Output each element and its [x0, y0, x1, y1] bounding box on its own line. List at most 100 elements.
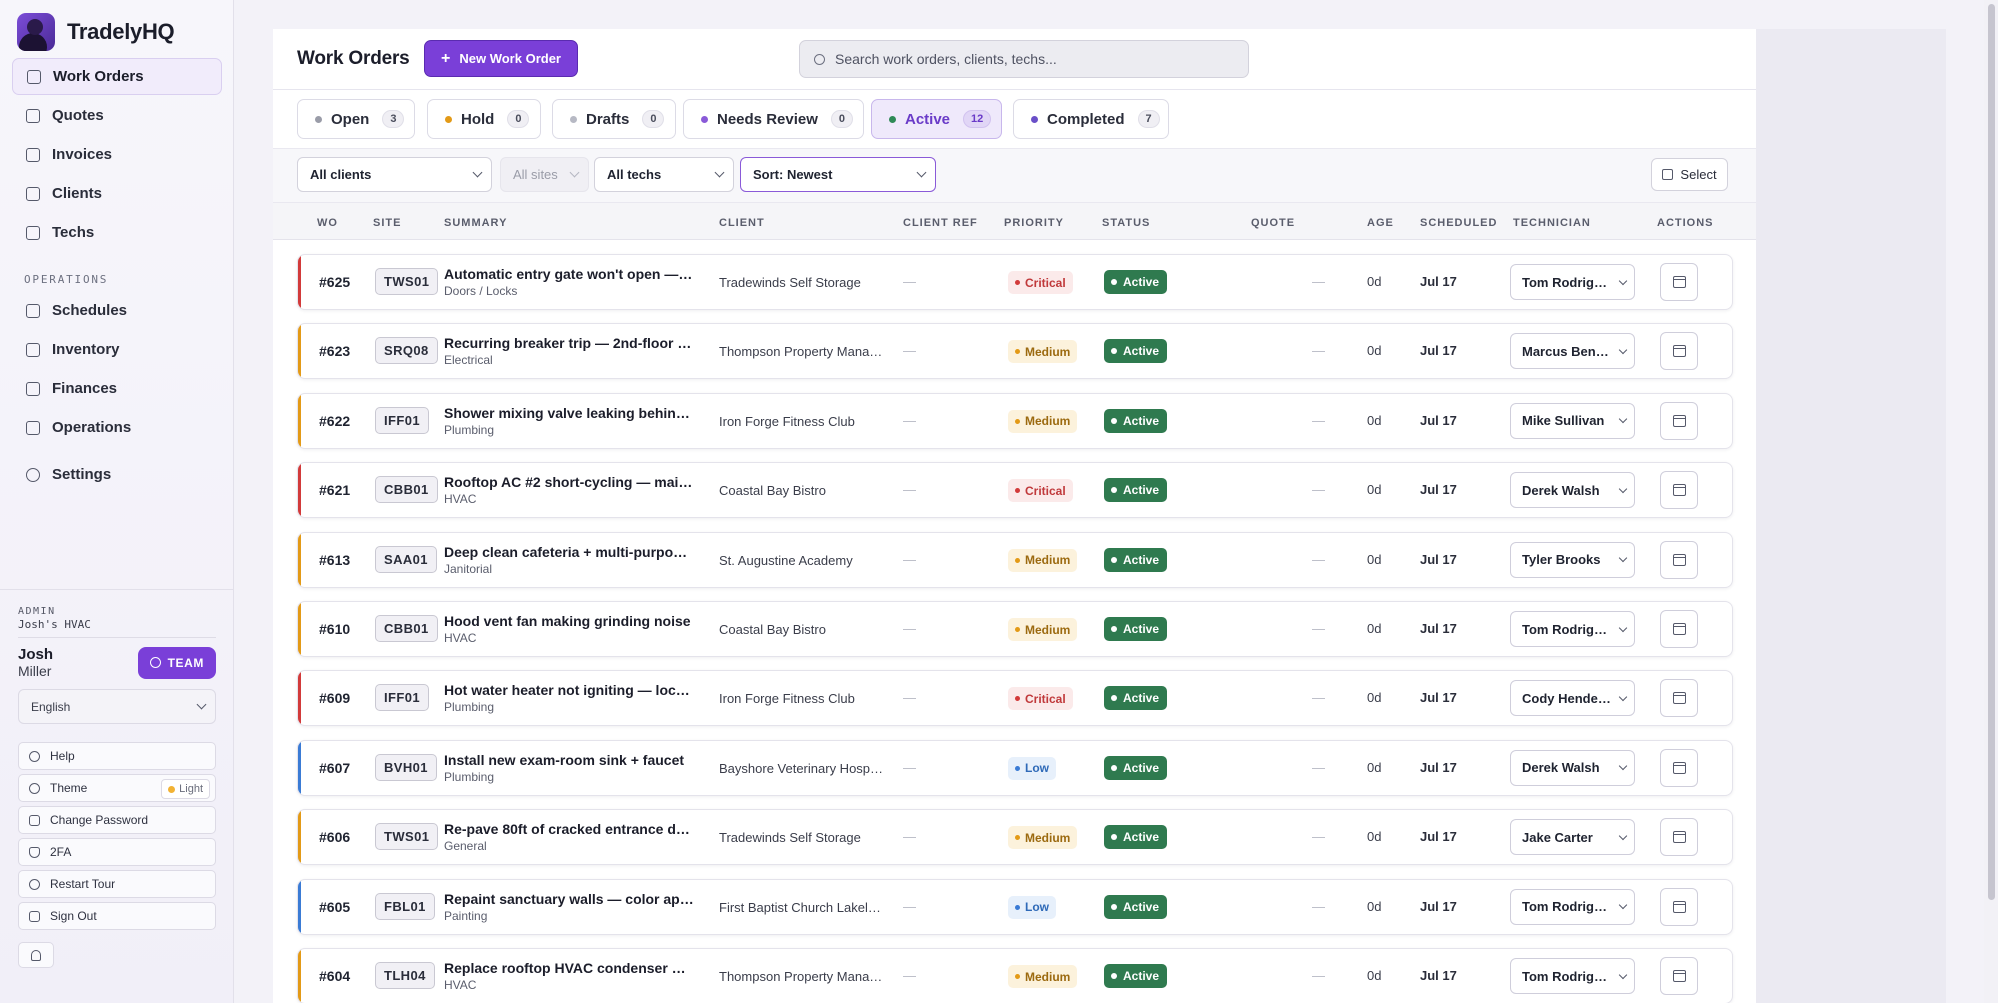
col-client[interactable]: CLIENT	[719, 217, 765, 229]
new-work-order-button[interactable]: + New Work Order	[424, 40, 578, 77]
schedule-action-button[interactable]	[1660, 263, 1698, 301]
sidebar-item-work-orders[interactable]: Work Orders	[12, 58, 222, 95]
wo-number[interactable]: #604	[319, 968, 350, 984]
wo-number[interactable]: #623	[319, 343, 350, 359]
wo-number[interactable]: #606	[319, 829, 350, 845]
sidebar-item-invoices[interactable]: Invoices	[12, 136, 222, 173]
sidebar-item-settings[interactable]: Settings	[12, 456, 222, 493]
theme-toggle[interactable]: Theme Light	[18, 774, 216, 802]
wo-number[interactable]: #621	[319, 482, 350, 498]
wo-number[interactable]: #610	[319, 621, 350, 637]
schedule-action-button[interactable]	[1660, 401, 1698, 440]
col-technician[interactable]: TECHNICIAN	[1513, 217, 1591, 229]
technician-select[interactable]: Cody Henderson	[1510, 680, 1635, 717]
schedule-action-button[interactable]	[1660, 610, 1698, 648]
table-row[interactable]: #607 BVH01 Install new exam-room sink + fa…	[297, 739, 1733, 796]
calendar-icon	[1672, 900, 1686, 913]
col-age[interactable]: AGE	[1367, 217, 1394, 229]
technician-select[interactable]: Mike Sullivan	[1510, 402, 1635, 439]
sidebar-item-quotes[interactable]: Quotes	[12, 97, 222, 134]
technician-value: Tom Rodriguez	[1522, 274, 1614, 290]
col-summary[interactable]: SUMMARY	[444, 217, 507, 229]
col-wo[interactable]: WO	[317, 217, 338, 229]
age-value: 0d	[1367, 898, 1382, 914]
technician-select[interactable]: Tom Rodriguez	[1510, 888, 1635, 925]
schedule-action-button[interactable]	[1660, 957, 1698, 995]
table-row[interactable]: #604 TLH04 Replace rooftop HVAC condenser …	[297, 948, 1733, 1003]
change-password-button[interactable]: Change Password	[18, 806, 216, 834]
col-site[interactable]: SITE	[373, 217, 401, 229]
table-row[interactable]: #605 FBL01 Repaint sanctuary walls — color…	[297, 878, 1733, 935]
col-scheduled[interactable]: SCHEDULED	[1420, 217, 1497, 229]
select-mode-button[interactable]: Select	[1651, 158, 1728, 191]
theme-value-chip[interactable]: Light	[161, 779, 210, 799]
schedule-action-button[interactable]	[1660, 748, 1698, 787]
team-button[interactable]: TEAM	[137, 646, 216, 679]
tab-open[interactable]: Open 3	[297, 99, 415, 139]
technician-select[interactable]: Jake Carter	[1510, 819, 1635, 856]
col-quote[interactable]: QUOTE	[1251, 217, 1295, 229]
status-dot-icon	[1111, 626, 1117, 632]
technician-select[interactable]: Tyler Brooks	[1510, 541, 1635, 578]
table-row[interactable]: #621 CBB01 Rooftop AC #2 short-cycling — m…	[297, 462, 1733, 519]
twofa-button[interactable]: 2FA	[18, 838, 216, 866]
table-row[interactable]: #606 TWS01 Re-pave 80ft of cracked entranc…	[297, 809, 1733, 866]
col-priority[interactable]: PRIORITY	[1004, 217, 1064, 229]
summary-cell: Hot water heater not igniting — locker r…	[444, 682, 694, 714]
sidebar-item-finances[interactable]: Finances	[12, 370, 222, 407]
table-row[interactable]: #625 TWS01 Automatic entry gate won't open…	[297, 254, 1733, 310]
sidebar-item-techs[interactable]: Techs	[12, 214, 222, 251]
technician-select[interactable]: Derek Walsh	[1510, 472, 1635, 509]
tab-needs-review[interactable]: Needs Review 0	[683, 99, 864, 139]
notifications-button[interactable]	[18, 942, 54, 968]
wo-number[interactable]: #607	[319, 760, 350, 776]
calendar-icon	[1672, 831, 1686, 844]
status-dot-icon	[1111, 279, 1117, 285]
wo-number[interactable]: #605	[319, 899, 350, 915]
search-input[interactable]: Search work orders, clients, techs...	[799, 40, 1249, 78]
sign-out-button[interactable]: Sign Out	[18, 902, 216, 930]
client-filter-select[interactable]: All clients	[297, 157, 492, 192]
wo-number[interactable]: #625	[319, 274, 350, 290]
schedule-action-button[interactable]	[1660, 540, 1698, 579]
tab-active[interactable]: Active 12	[871, 99, 1002, 139]
schedule-action-button[interactable]	[1660, 471, 1698, 510]
technician-select[interactable]: Tom Rodriguez	[1510, 264, 1635, 300]
side-panel-placeholder	[1756, 29, 1946, 1003]
sidebar-item-operations[interactable]: Operations	[12, 409, 222, 446]
page-scrollbar-thumb[interactable]	[1988, 4, 1995, 900]
col-client-ref[interactable]: CLIENT REF	[903, 217, 978, 229]
tab-drafts[interactable]: Drafts 0	[552, 99, 676, 139]
schedule-action-button[interactable]	[1660, 332, 1698, 371]
sidebar-item-schedules[interactable]: Schedules	[12, 292, 222, 329]
sidebar-item-inventory[interactable]: Inventory	[12, 331, 222, 368]
wo-number[interactable]: #622	[319, 413, 350, 429]
col-status[interactable]: STATUS	[1102, 217, 1150, 229]
table-row[interactable]: #610 CBB01 Hood vent fan making grinding n…	[297, 601, 1733, 657]
sort-select[interactable]: Sort: Newest	[740, 157, 936, 192]
language-select[interactable]: English	[18, 689, 216, 724]
schedule-action-button[interactable]	[1660, 818, 1698, 857]
table-row[interactable]: #613 SAA01 Deep clean cafeteria + multi-pu…	[297, 531, 1733, 588]
tab-completed[interactable]: Completed 7	[1013, 99, 1169, 139]
sidebar-item-clients[interactable]: Clients	[12, 175, 222, 212]
technician-select[interactable]: Derek Walsh	[1510, 749, 1635, 786]
schedule-action-button[interactable]	[1660, 887, 1698, 926]
wo-number[interactable]: #613	[319, 552, 350, 568]
wo-number[interactable]: #609	[319, 690, 350, 706]
tech-filter-select[interactable]: All techs	[594, 157, 734, 192]
technician-select[interactable]: Tom Rodriguez	[1510, 958, 1635, 994]
tab-hold[interactable]: Hold 0	[427, 99, 541, 139]
brand[interactable]: TradelyHQ	[17, 13, 175, 51]
technician-select[interactable]: Marcus Bennett	[1510, 333, 1635, 370]
chevron-down-icon	[1618, 762, 1628, 771]
table-row[interactable]: #623 SRQ08 Recurring breaker trip — 2nd-fl…	[297, 323, 1733, 380]
technician-select[interactable]: Tom Rodriguez	[1510, 611, 1635, 647]
table-row[interactable]: #622 IFF01 Shower mixing valve leaking beh…	[297, 392, 1733, 449]
chevron-down-icon	[1618, 970, 1628, 979]
table-row[interactable]: #609 IFF01 Hot water heater not igniting —…	[297, 670, 1733, 727]
sort-value: Sort: Newest	[753, 167, 833, 182]
help-button[interactable]: Help	[18, 742, 216, 770]
restart-tour-button[interactable]: Restart Tour	[18, 870, 216, 898]
schedule-action-button[interactable]	[1660, 679, 1698, 718]
